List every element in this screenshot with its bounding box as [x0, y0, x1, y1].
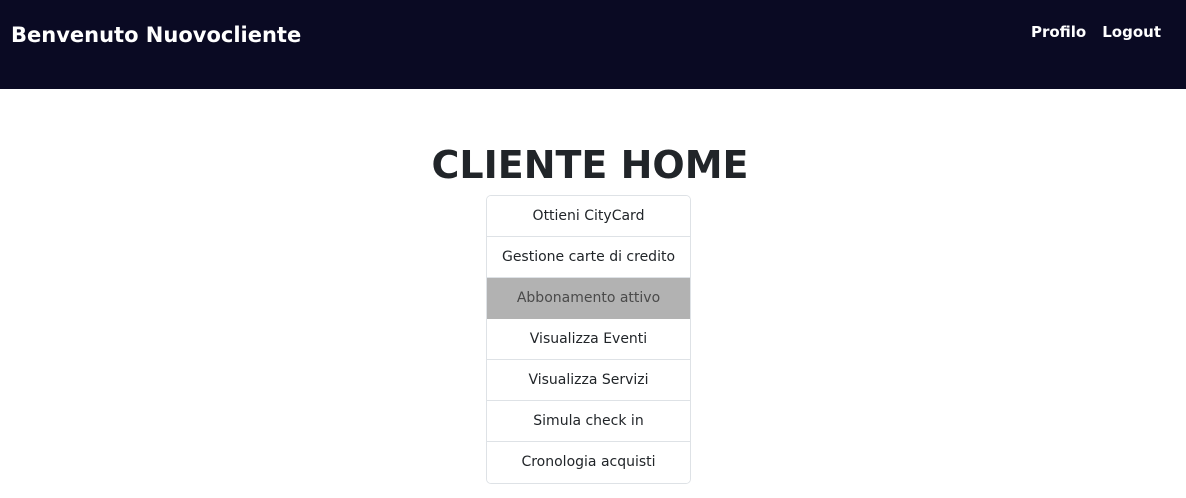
client-menu: Ottieni CityCard Gestione carte di credi…	[486, 195, 691, 484]
top-navbar: Benvenuto Nuovocliente Profilo Logout	[0, 0, 1186, 89]
menu-item-abbonamento-attivo[interactable]: Abbonamento attivo	[487, 278, 690, 319]
menu-item-visualizza-servizi[interactable]: Visualizza Servizi	[487, 360, 690, 401]
welcome-brand: Benvenuto Nuovocliente	[11, 23, 302, 47]
nav-links: Profilo Logout	[1031, 22, 1161, 42]
menu-item-simula-check-in[interactable]: Simula check in	[487, 401, 690, 442]
menu-item-visualizza-eventi[interactable]: Visualizza Eventi	[487, 319, 690, 360]
logout-link[interactable]: Logout	[1102, 22, 1161, 42]
menu-item-ottieni-citycard[interactable]: Ottieni CityCard	[487, 196, 690, 237]
menu-item-cronologia-acquisti[interactable]: Cronologia acquisti	[487, 442, 690, 483]
profile-link[interactable]: Profilo	[1031, 22, 1086, 42]
menu-item-gestione-carte[interactable]: Gestione carte di credito	[487, 237, 690, 278]
page-title: CLIENTE HOME	[431, 143, 749, 187]
